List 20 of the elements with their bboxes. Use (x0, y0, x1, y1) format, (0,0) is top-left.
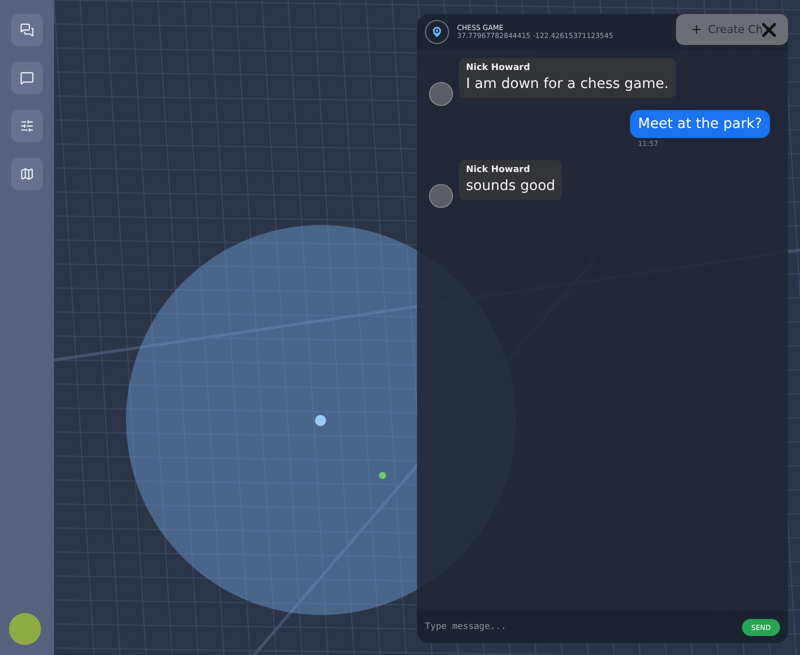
sender-name: Nick Howard (466, 63, 532, 73)
location-pin-icon (425, 20, 449, 44)
message-bubble: Meet at the park? (630, 110, 770, 138)
location-dot[interactable] (315, 415, 326, 426)
create-chat-button[interactable]: Create Ch (676, 14, 788, 45)
sidebar-button[interactable] (11, 110, 43, 142)
location-dot[interactable] (379, 472, 386, 479)
plus-icon (690, 23, 703, 36)
message-icon (20, 71, 34, 85)
chats-icon (20, 23, 34, 37)
map-icon (20, 167, 34, 181)
avatar-circle (429, 184, 453, 208)
message-text: sounds good (466, 178, 556, 194)
sliders-icon (20, 119, 34, 133)
sidebar-button[interactable] (11, 158, 43, 190)
avatar-circle (429, 82, 453, 106)
message-text: I am down for a chess game. (466, 76, 669, 92)
sidebar-button[interactable] (11, 62, 43, 94)
sidebar-button[interactable] (11, 14, 43, 46)
sender-name: Nick Howard (466, 165, 532, 175)
